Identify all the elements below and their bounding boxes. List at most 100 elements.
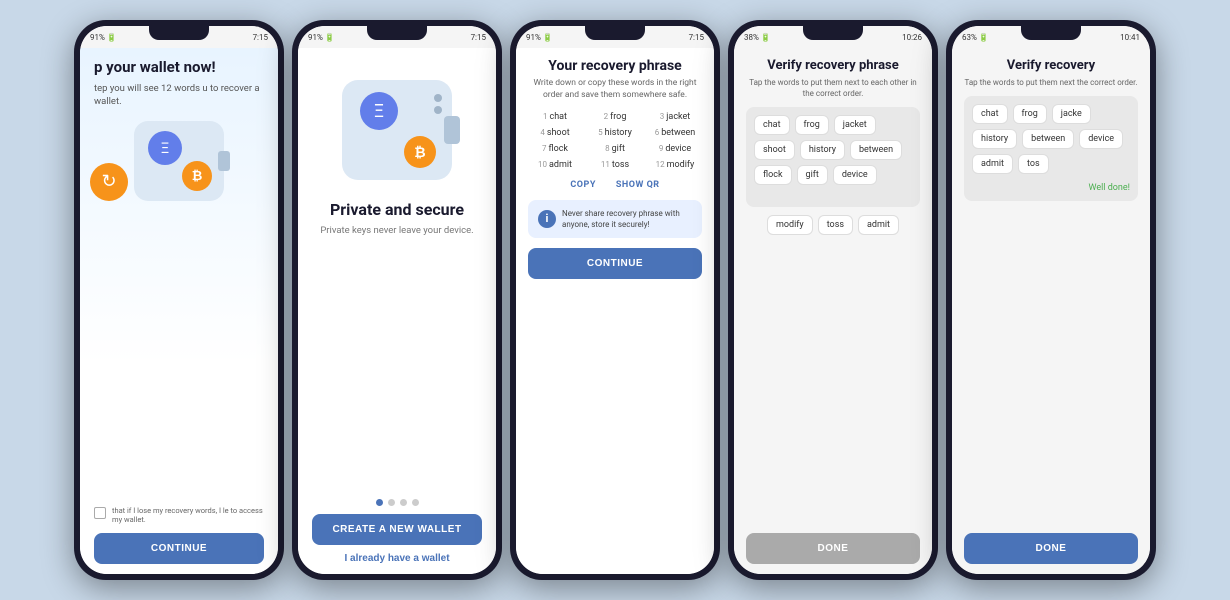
phone2-notch <box>367 26 427 40</box>
phone4-subtitle: Tap the words to put them next to each o… <box>746 77 920 99</box>
selected-word-flock[interactable]: flock <box>754 165 792 185</box>
phone5-title: Verify recovery <box>964 58 1138 73</box>
phone3-continue-btn[interactable]: CONTINUE <box>528 248 702 279</box>
safe-handle <box>218 151 230 171</box>
phone5-time: 10:41 <box>1120 33 1140 42</box>
phone4-time: 10:26 <box>902 33 922 42</box>
warning-text: Never share recovery phrase with anyone,… <box>562 208 692 230</box>
selected-word-chat[interactable]: chat <box>754 115 790 135</box>
show-qr-btn[interactable]: SHOW QR <box>616 180 660 190</box>
p5-word-tos[interactable]: tos <box>1018 154 1049 174</box>
word-10: 10 admit <box>528 160 582 170</box>
well-done-text: Well done! <box>972 183 1130 193</box>
phrase-grid: 1 chat 2 frog 3 jacket 4 shoot 5 history… <box>528 112 702 170</box>
p5-word-admit[interactable]: admit <box>972 154 1013 174</box>
phone3-screen: 91% 🔋 7:15 Your recovery phrase Write do… <box>516 26 714 574</box>
phone3-notch <box>585 26 645 40</box>
available-word-toss[interactable]: toss <box>818 215 853 235</box>
phone1-illustration: Ξ ₿ ↻ <box>94 121 264 201</box>
phone2-illustration: Ξ ₿ <box>342 80 452 180</box>
phone2-title: Private and secure <box>330 200 464 219</box>
phone4-screen: 38% 🔋 10:26 Verify recovery phrase Tap t… <box>734 26 932 574</box>
phone3-title: Your recovery phrase <box>528 58 702 74</box>
phrase-actions: COPY SHOW QR <box>528 180 702 190</box>
phone2-dots <box>376 499 419 506</box>
phone1-time: 7:15 <box>253 33 268 42</box>
phone1-continue-btn[interactable]: CONTINUE <box>94 533 264 564</box>
phone3-wrapper: 91% 🔋 7:15 Your recovery phrase Write do… <box>510 20 720 580</box>
phone5-signal: 63% 🔋 <box>962 33 989 42</box>
phone2-eth-icon: Ξ <box>360 92 398 130</box>
dot4 <box>412 499 419 506</box>
phone1-checkbox-text: that if I lose my recovery words, I le t… <box>112 506 264 526</box>
p5-word-jacke[interactable]: jacke <box>1052 104 1091 124</box>
phone5-screen: 63% 🔋 10:41 Verify recovery Tap the word… <box>952 26 1150 574</box>
phone4-done-btn[interactable]: DONE <box>746 533 920 564</box>
phone2-already-btn[interactable]: I already have a wallet <box>344 553 449 564</box>
selected-word-frog[interactable]: frog <box>795 115 829 135</box>
phone3-content: Your recovery phrase Write down or copy … <box>516 48 714 574</box>
selected-word-device[interactable]: device <box>833 165 877 185</box>
phone1-wrapper: 91% 🔋 7:15 p your wallet now! tep you wi… <box>74 20 284 580</box>
phone2-safe-handle <box>444 116 460 144</box>
word-12: 12 modify <box>648 160 702 170</box>
word-1: 1 chat <box>528 112 582 122</box>
phone2-create-btn[interactable]: CREATE A NEW WALLET <box>312 514 482 545</box>
phone1-notch <box>149 26 209 40</box>
p5-word-history[interactable]: history <box>972 129 1017 149</box>
eth-icon: Ξ <box>148 131 182 165</box>
info-icon: i <box>538 210 556 228</box>
p5-word-chat[interactable]: chat <box>972 104 1008 124</box>
phone2-safe-dots <box>434 94 442 114</box>
word-7: 7 flock <box>528 144 582 154</box>
phone2-btc-icon: ₿ <box>404 136 436 168</box>
word-8: 8 gift <box>588 144 642 154</box>
phone1-content: p your wallet now! tep you will see 12 w… <box>80 48 278 574</box>
p5-word-between[interactable]: between <box>1022 129 1074 149</box>
phone4-title: Verify recovery phrase <box>746 58 920 73</box>
phone5-done-btn[interactable]: DONE <box>964 533 1138 564</box>
phone5-notch <box>1021 26 1081 40</box>
selected-word-shoot[interactable]: shoot <box>754 140 795 160</box>
selected-word-gift[interactable]: gift <box>797 165 828 185</box>
btc-icon: ₿ <box>182 161 212 191</box>
warning-box: i Never share recovery phrase with anyon… <box>528 200 702 238</box>
word-3: 3 jacket <box>648 112 702 122</box>
word-11: 11 toss <box>588 160 642 170</box>
phone2-signal: 91% 🔋 <box>308 33 335 42</box>
phone1-screen: 91% 🔋 7:15 p your wallet now! tep you wi… <box>80 26 278 574</box>
phone1: 91% 🔋 7:15 p your wallet now! tep you wi… <box>74 20 284 580</box>
safe-icon: Ξ ₿ <box>134 121 224 201</box>
dot2 <box>388 499 395 506</box>
word-4: 4 shoot <box>528 128 582 138</box>
selected-word-history[interactable]: history <box>800 140 845 160</box>
word-selection-area: chat frog jacket shoot history between f… <box>746 107 920 207</box>
phone3-signal: 91% 🔋 <box>526 33 553 42</box>
phone4-signal: 38% 🔋 <box>744 33 771 42</box>
phone5: 63% 🔋 10:41 Verify recovery Tap the word… <box>946 20 1156 580</box>
phone3-subtitle: Write down or copy these words in the ri… <box>528 78 702 102</box>
phone2-content: Ξ ₿ Private and secure Private keys neve… <box>298 48 496 574</box>
available-word-modify[interactable]: modify <box>767 215 813 235</box>
copy-btn[interactable]: COPY <box>570 180 595 190</box>
word-5: 5 history <box>588 128 642 138</box>
phone2-desc: Private keys never leave your device. <box>320 225 473 236</box>
phone4-wrapper: 38% 🔋 10:26 Verify recovery phrase Tap t… <box>728 20 938 580</box>
selected-word-jacket[interactable]: jacket <box>834 115 876 135</box>
phone1-desc: tep you will see 12 words u to recover a… <box>94 82 264 109</box>
available-words: modify toss admit <box>746 215 920 235</box>
phone4-content: Verify recovery phrase Tap the words to … <box>734 48 932 574</box>
available-word-admit[interactable]: admit <box>858 215 899 235</box>
p5-word-frog[interactable]: frog <box>1013 104 1047 124</box>
phone1-checkbox[interactable] <box>94 507 106 519</box>
phone5-selection-area: chat frog jacke history between device a… <box>964 96 1138 201</box>
phone2-time: 7:15 <box>471 33 486 42</box>
phone4: 38% 🔋 10:26 Verify recovery phrase Tap t… <box>728 20 938 580</box>
phone2-screen: 91% 🔋 7:15 Ξ ₿ <box>298 26 496 574</box>
refresh-icon: ↻ <box>90 163 128 201</box>
phone5-wrapper: 63% 🔋 10:41 Verify recovery Tap the word… <box>946 20 1156 580</box>
phone3-time: 7:15 <box>689 33 704 42</box>
selected-word-between[interactable]: between <box>850 140 902 160</box>
p5-word-device[interactable]: device <box>1079 129 1123 149</box>
phone4-notch <box>803 26 863 40</box>
